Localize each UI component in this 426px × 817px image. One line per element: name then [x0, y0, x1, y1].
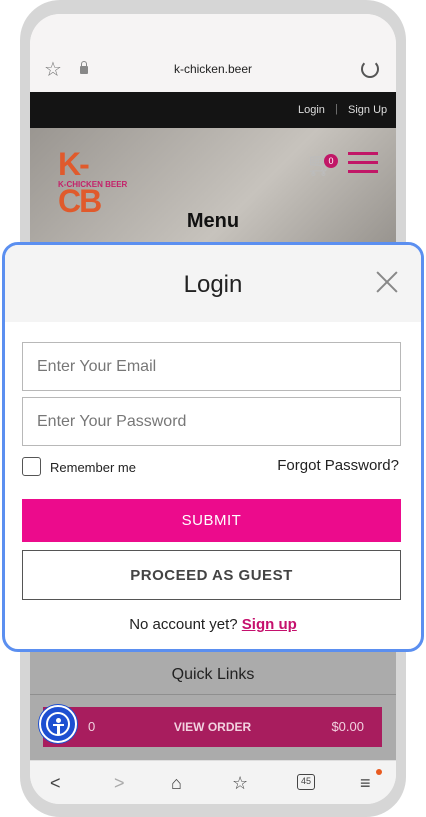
topbar-login-link[interactable]: Login: [298, 104, 325, 116]
password-field[interactable]: [22, 397, 401, 446]
order-total: $0.00: [331, 719, 364, 734]
menu-icon[interactable]: ≡: [360, 773, 371, 793]
proceed-as-guest-button[interactable]: PROCEED AS GUEST: [22, 550, 401, 600]
divider: [30, 694, 396, 695]
remember-me-checkbox[interactable]: [22, 457, 41, 476]
bookmarks-icon[interactable]: ☆: [232, 773, 248, 793]
forgot-password-link[interactable]: Forgot Password?: [277, 457, 399, 474]
quick-links-heading: Quick Links: [171, 666, 255, 683]
topbar-separator: |: [335, 103, 338, 115]
signup-link[interactable]: Sign up: [242, 616, 297, 633]
view-order-bar[interactable]: 0 VIEW ORDER $0.00: [43, 707, 382, 747]
tabs-icon[interactable]: 45: [297, 774, 315, 790]
topbar-signup-link[interactable]: Sign Up: [348, 104, 387, 116]
submit-button[interactable]: SUBMIT: [22, 499, 401, 542]
accessibility-icon[interactable]: [39, 705, 77, 743]
reload-icon[interactable]: [361, 60, 379, 78]
site-topbar: Login | Sign Up: [30, 92, 396, 128]
modal-title: Login: [183, 271, 243, 298]
page-title: Menu: [186, 210, 240, 232]
hamburger-menu-icon[interactable]: [348, 152, 378, 174]
home-icon[interactable]: ⌂: [171, 773, 182, 793]
forward-icon[interactable]: >: [114, 773, 125, 793]
email-field[interactable]: [22, 342, 401, 391]
close-icon[interactable]: [375, 270, 399, 294]
logo-text: K-CHICKEN BEER: [58, 180, 128, 189]
url-text[interactable]: k-chicken.beer: [30, 62, 396, 76]
notification-dot: [376, 769, 382, 775]
footer-section: Quick Links 0 VIEW ORDER $0.00: [30, 650, 396, 760]
login-modal: Login Remember me Forgot Password? SUBMI…: [2, 242, 424, 652]
no-account-text: No account yet?: [129, 616, 238, 633]
remember-me-label[interactable]: Remember me: [50, 460, 136, 475]
a11y-head: [56, 718, 61, 723]
cart-count-badge: 0: [324, 154, 338, 168]
a11y-body: [57, 726, 60, 734]
browser-url-bar: ☆ k-chicken.beer: [30, 14, 396, 92]
site-logo[interactable]: K-CB K-CHICKEN BEER: [58, 146, 127, 219]
signup-prompt: No account yet? Sign up: [5, 616, 421, 633]
back-icon[interactable]: <: [50, 773, 61, 793]
browser-bottom-nav: < > ⌂ ☆ 45 ≡: [30, 760, 396, 804]
modal-header: Login: [5, 245, 421, 322]
